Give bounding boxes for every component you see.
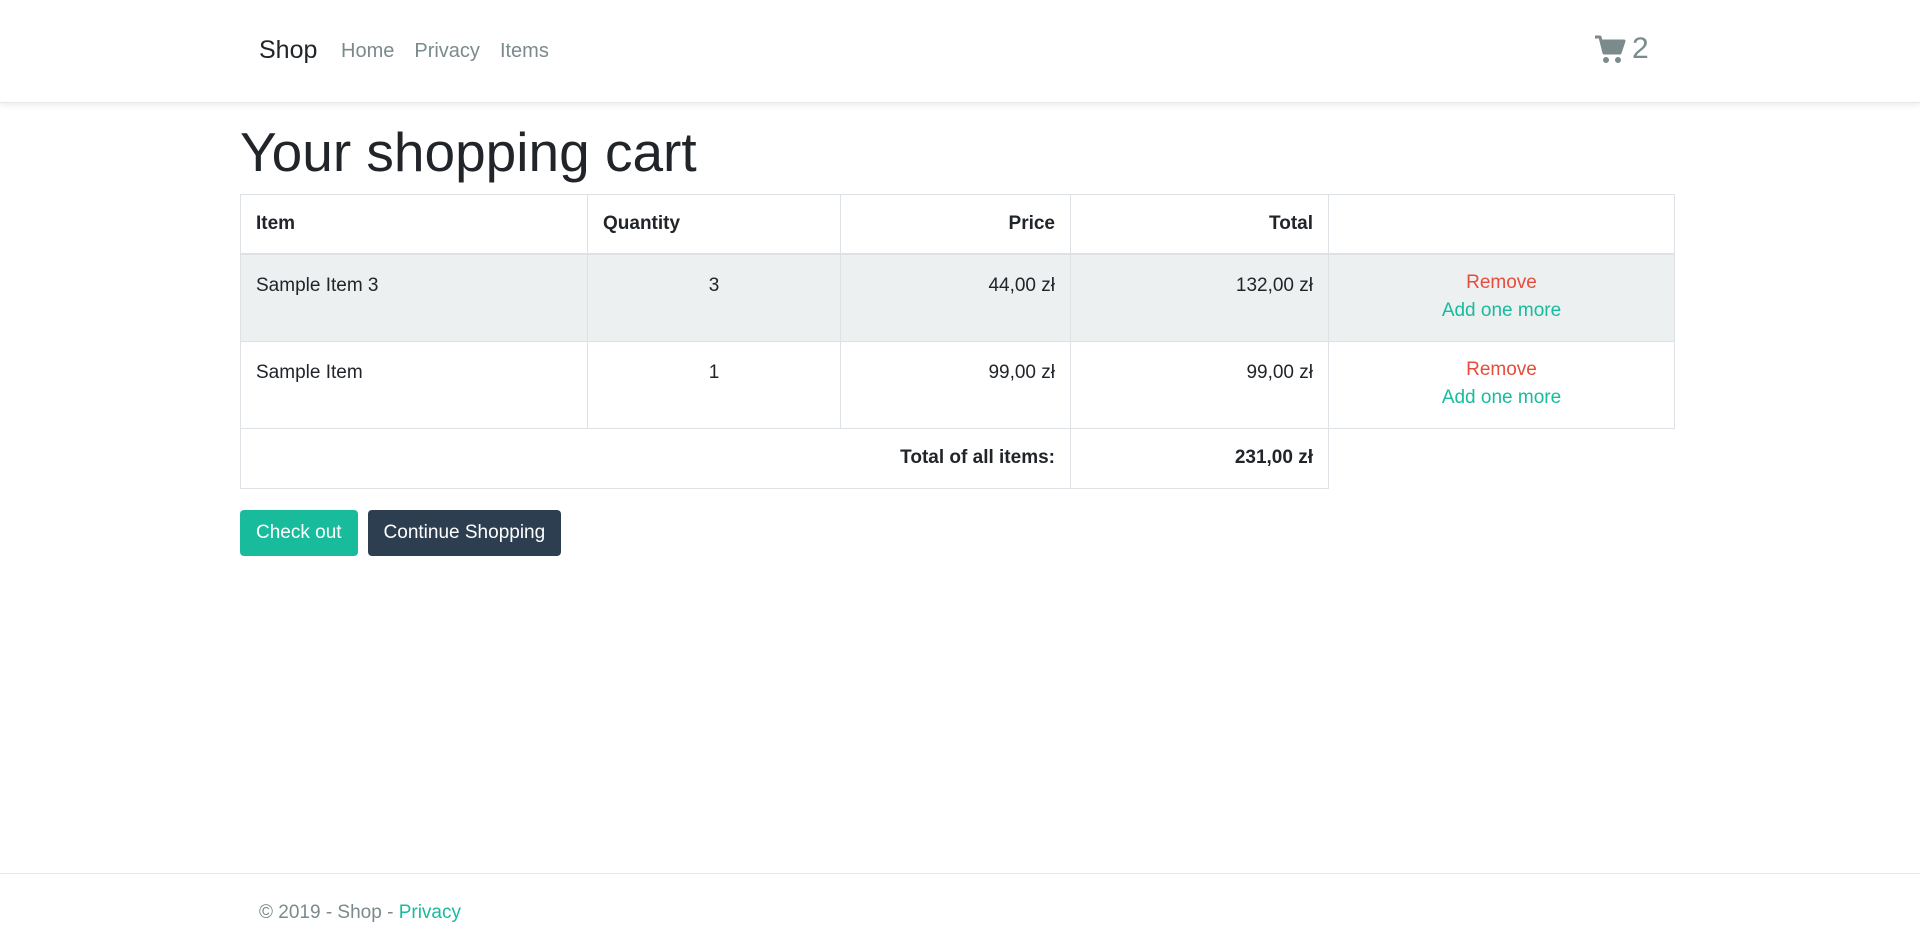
cart-count: 2 xyxy=(1632,32,1649,65)
shopping-cart-icon xyxy=(1594,34,1626,64)
cell-actions: Remove Add one more xyxy=(1328,253,1675,342)
column-header-total: Total xyxy=(1070,194,1329,255)
cell-item-name: Sample Item xyxy=(240,340,588,429)
cell-total: 132,00 zł xyxy=(1070,253,1329,342)
checkout-button[interactable]: Check out xyxy=(240,510,358,556)
column-header-actions xyxy=(1328,194,1675,255)
cart-link[interactable]: 2 xyxy=(1594,32,1649,66)
add-one-more-link[interactable]: Add one more xyxy=(1344,297,1659,325)
nav-link-privacy[interactable]: Privacy xyxy=(414,40,480,63)
remove-link[interactable]: Remove xyxy=(1344,356,1659,384)
copyright-text: © 2019 - Shop - xyxy=(259,902,399,923)
continue-shopping-button[interactable]: Continue Shopping xyxy=(367,510,562,556)
cell-price: 99,00 zł xyxy=(840,340,1071,429)
footer-privacy-link[interactable]: Privacy xyxy=(399,902,461,923)
page: Shop Home Privacy Items 2 Your shopping … xyxy=(0,0,1920,943)
summary-empty-cell xyxy=(1329,428,1675,488)
table-row: Sample Item 1 99,00 zł 99,00 zł Remove A… xyxy=(240,340,1675,429)
column-header-quantity: Quantity xyxy=(587,194,841,255)
nav-links: Home Privacy Items xyxy=(341,40,549,63)
add-one-more-link[interactable]: Add one more xyxy=(1344,384,1659,412)
page-title: Your shopping cart xyxy=(240,121,697,183)
cell-quantity: 3 xyxy=(587,253,841,342)
footer-text: © 2019 - Shop - Privacy xyxy=(259,902,461,924)
table-header-row: Item Quantity Price Total xyxy=(240,194,1675,255)
cell-quantity: 1 xyxy=(587,340,841,429)
cell-total: 99,00 zł xyxy=(1070,340,1329,429)
cart-table: Item Quantity Price Total Sample Item 3 … xyxy=(240,194,1675,489)
column-header-item: Item xyxy=(240,194,588,255)
nav-link-items[interactable]: Items xyxy=(500,40,549,63)
summary-total: 231,00 zł xyxy=(1070,427,1329,489)
remove-link[interactable]: Remove xyxy=(1344,269,1659,297)
column-header-price: Price xyxy=(840,194,1071,255)
summary-row: Total of all items: 231,00 zł xyxy=(240,427,1675,489)
cell-actions: Remove Add one more xyxy=(1328,340,1675,429)
cart-actions: Check out Continue Shopping xyxy=(240,510,562,556)
brand-link[interactable]: Shop xyxy=(259,36,317,65)
table-row: Sample Item 3 3 44,00 zł 132,00 zł Remov… xyxy=(240,253,1675,342)
nav-link-home[interactable]: Home xyxy=(341,40,394,63)
top-navbar: Shop Home Privacy Items 2 xyxy=(0,0,1920,103)
cell-price: 44,00 zł xyxy=(840,253,1071,342)
footer: © 2019 - Shop - Privacy xyxy=(0,873,1920,943)
cell-item-name: Sample Item 3 xyxy=(240,253,588,342)
summary-label: Total of all items: xyxy=(240,427,1071,489)
